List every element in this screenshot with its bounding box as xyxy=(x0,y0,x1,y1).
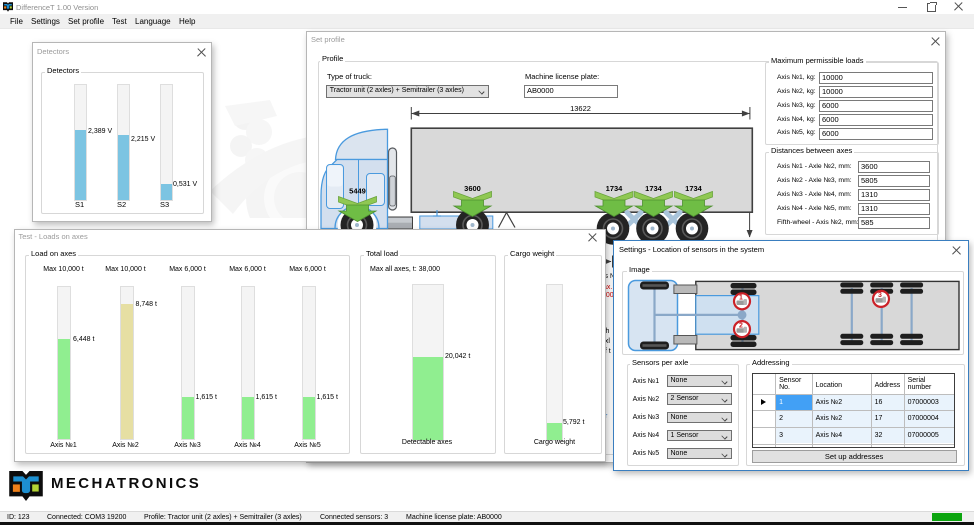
svg-text:1734: 1734 xyxy=(685,184,703,193)
svg-text:5449: 5449 xyxy=(349,187,366,196)
svg-text:1734: 1734 xyxy=(645,184,663,193)
svg-text:2: 2 xyxy=(739,322,743,329)
svg-text:3: 3 xyxy=(878,292,882,299)
svg-text:1734: 1734 xyxy=(606,184,624,193)
svg-text:3600: 3600 xyxy=(464,184,481,193)
svg-text:13622: 13622 xyxy=(570,104,591,113)
svg-text:1: 1 xyxy=(739,295,743,302)
